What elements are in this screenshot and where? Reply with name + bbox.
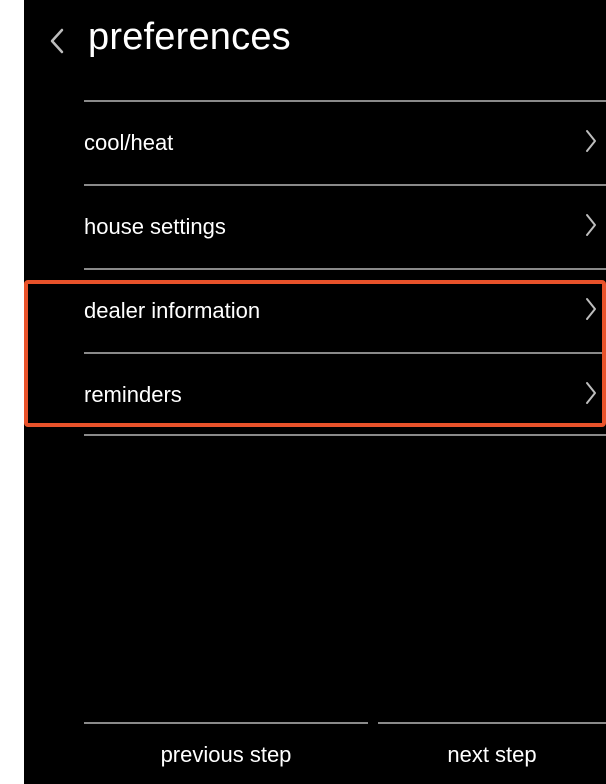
chevron-right-icon xyxy=(586,382,596,404)
header: preferences xyxy=(24,0,606,80)
menu-item-label: reminders xyxy=(84,382,182,407)
footer-divider xyxy=(378,722,606,724)
menu-item-dealer-information[interactable]: dealer information xyxy=(84,270,606,350)
next-step-button[interactable]: next step xyxy=(378,726,606,784)
divider xyxy=(84,434,606,436)
menu-item-house-settings[interactable]: house settings xyxy=(84,186,606,266)
preferences-screen: preferences cool/heat house settings dea… xyxy=(24,0,606,784)
footer-divider xyxy=(84,722,368,724)
chevron-right-icon xyxy=(586,214,596,236)
menu-item-cool-heat[interactable]: cool/heat xyxy=(84,102,606,182)
previous-step-button[interactable]: previous step xyxy=(84,726,368,784)
menu-item-label: house settings xyxy=(84,214,226,239)
chevron-left-icon[interactable] xyxy=(44,26,70,56)
menu-item-label: cool/heat xyxy=(84,130,174,155)
menu-item-reminders[interactable]: reminders xyxy=(84,354,606,434)
page-title: preferences xyxy=(88,16,291,58)
chevron-right-icon xyxy=(586,130,596,152)
menu-item-label: dealer information xyxy=(84,298,261,323)
chevron-right-icon xyxy=(586,298,596,320)
